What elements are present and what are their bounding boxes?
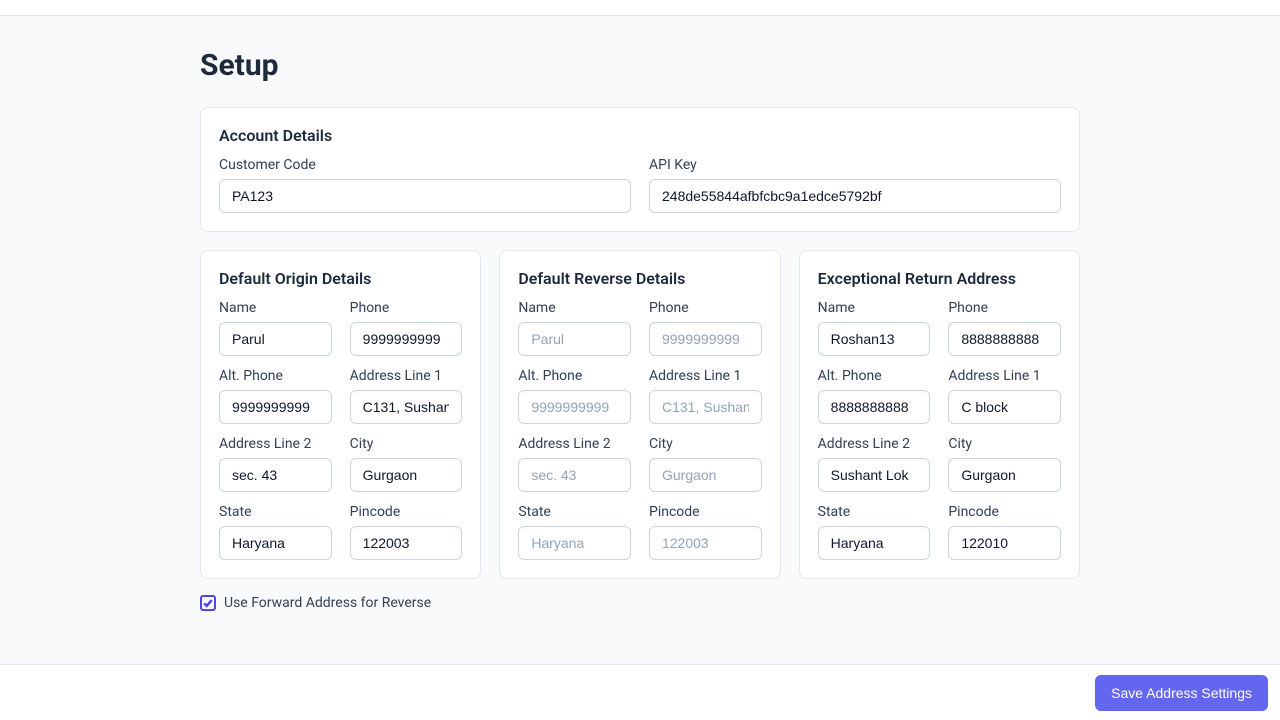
origin-name-input[interactable] xyxy=(219,322,332,356)
account-details-card: Account Details Customer Code API Key xyxy=(200,107,1080,232)
api-key-field: API Key xyxy=(649,157,1061,213)
reverse-addr2-input[interactable] xyxy=(518,458,631,492)
check-icon xyxy=(203,598,213,608)
reverse-city-label: City xyxy=(649,436,762,452)
exception-pincode-input[interactable] xyxy=(948,526,1061,560)
reverse-altphone-label: Alt. Phone xyxy=(518,368,631,384)
origin-addr1-label: Address Line 1 xyxy=(350,368,463,384)
exception-name-label: Name xyxy=(818,300,931,316)
exception-section-title: Exceptional Return Address xyxy=(818,269,1061,288)
reverse-state-input[interactable] xyxy=(518,526,631,560)
exception-state-label: State xyxy=(818,504,931,520)
origin-section-title: Default Origin Details xyxy=(219,269,462,288)
origin-city-label: City xyxy=(350,436,463,452)
origin-phone-input[interactable] xyxy=(350,322,463,356)
exception-pincode-label: Pincode xyxy=(948,504,1061,520)
reverse-addr1-label: Address Line 1 xyxy=(649,368,762,384)
reverse-section-title: Default Reverse Details xyxy=(518,269,761,288)
customer-code-field: Customer Code xyxy=(219,157,631,213)
exception-phone-label: Phone xyxy=(948,300,1061,316)
reverse-state-label: State xyxy=(518,504,631,520)
forward-reverse-checkbox-row: Use Forward Address for Reverse xyxy=(200,595,1080,611)
forward-reverse-checkbox[interactable] xyxy=(200,595,216,611)
forward-reverse-checkbox-label: Use Forward Address for Reverse xyxy=(224,595,431,611)
reverse-phone-label: Phone xyxy=(649,300,762,316)
reverse-pincode-label: Pincode xyxy=(649,504,762,520)
reverse-phone-input[interactable] xyxy=(649,322,762,356)
reverse-addr1-input[interactable] xyxy=(649,390,762,424)
main-content: Setup Account Details Customer Code API … xyxy=(0,16,1280,611)
origin-state-input[interactable] xyxy=(219,526,332,560)
origin-name-label: Name xyxy=(219,300,332,316)
exception-state-input[interactable] xyxy=(818,526,931,560)
origin-details-card: Default Origin Details Name Phone Alt. P… xyxy=(200,250,481,579)
exception-addr2-label: Address Line 2 xyxy=(818,436,931,452)
origin-phone-label: Phone xyxy=(350,300,463,316)
reverse-pincode-input[interactable] xyxy=(649,526,762,560)
customer-code-label: Customer Code xyxy=(219,157,631,173)
origin-state-label: State xyxy=(219,504,332,520)
exception-name-input[interactable] xyxy=(818,322,931,356)
footer-bar: Save Address Settings xyxy=(0,664,1280,720)
reverse-addr2-label: Address Line 2 xyxy=(518,436,631,452)
origin-altphone-label: Alt. Phone xyxy=(219,368,332,384)
origin-addr1-input[interactable] xyxy=(350,390,463,424)
reverse-city-input[interactable] xyxy=(649,458,762,492)
api-key-input[interactable] xyxy=(649,179,1061,213)
exception-altphone-input[interactable] xyxy=(818,390,931,424)
exception-city-input[interactable] xyxy=(948,458,1061,492)
origin-altphone-input[interactable] xyxy=(219,390,332,424)
origin-addr2-label: Address Line 2 xyxy=(219,436,332,452)
exception-altphone-label: Alt. Phone xyxy=(818,368,931,384)
api-key-label: API Key xyxy=(649,157,1061,173)
account-section-title: Account Details xyxy=(219,126,1061,145)
page-title: Setup xyxy=(200,48,1080,83)
customer-code-input[interactable] xyxy=(219,179,631,213)
origin-city-input[interactable] xyxy=(350,458,463,492)
exception-details-card: Exceptional Return Address Name Phone Al… xyxy=(799,250,1080,579)
reverse-name-input[interactable] xyxy=(518,322,631,356)
top-border xyxy=(0,0,1280,16)
save-address-settings-button[interactable]: Save Address Settings xyxy=(1095,675,1268,711)
origin-pincode-input[interactable] xyxy=(350,526,463,560)
reverse-name-label: Name xyxy=(518,300,631,316)
exception-addr1-label: Address Line 1 xyxy=(948,368,1061,384)
origin-pincode-label: Pincode xyxy=(350,504,463,520)
exception-city-label: City xyxy=(948,436,1061,452)
reverse-details-card: Default Reverse Details Name Phone Alt. … xyxy=(499,250,780,579)
exception-phone-input[interactable] xyxy=(948,322,1061,356)
reverse-altphone-input[interactable] xyxy=(518,390,631,424)
origin-addr2-input[interactable] xyxy=(219,458,332,492)
exception-addr2-input[interactable] xyxy=(818,458,931,492)
exception-addr1-input[interactable] xyxy=(948,390,1061,424)
